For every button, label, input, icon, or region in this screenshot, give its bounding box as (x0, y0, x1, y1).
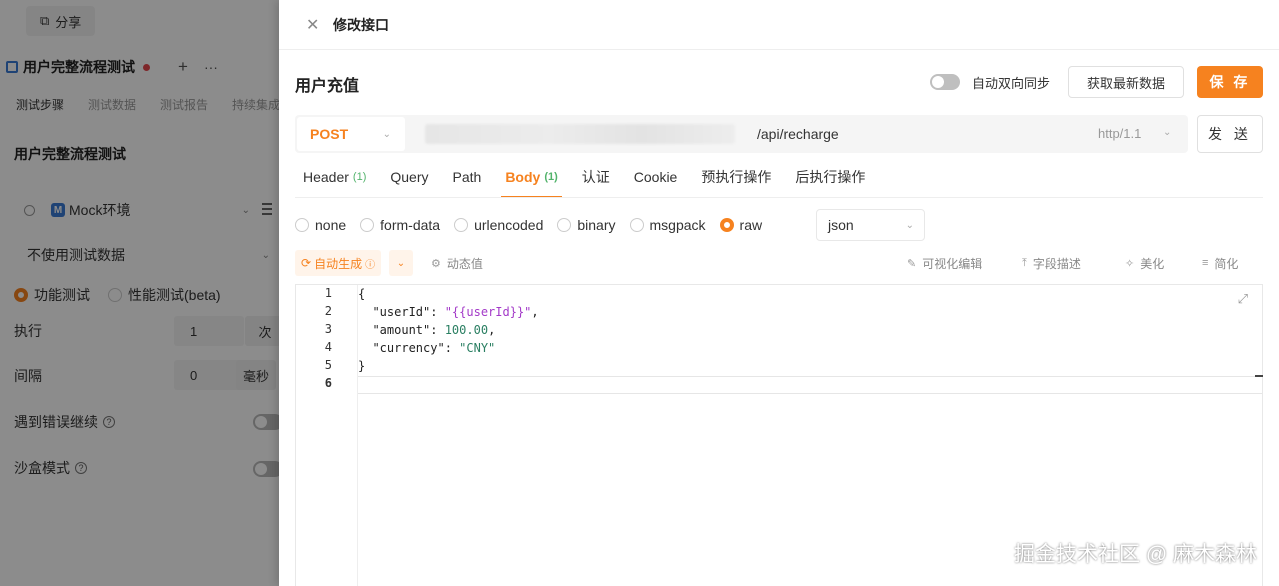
field-description-button[interactable]: ⤒ 字段描述 (1022, 250, 1081, 276)
radio-msgpack[interactable]: msgpack (629, 217, 706, 233)
tab-post-request[interactable]: 后执行操作 (795, 156, 865, 198)
interval-input[interactable]: 0 (174, 360, 244, 390)
edit-icon: ✎ (907, 257, 917, 270)
help-icon[interactable]: ? (75, 462, 87, 474)
radio-urlencoded[interactable]: urlencoded (454, 217, 543, 233)
help-icon[interactable]: ? (103, 416, 115, 428)
radio-binary[interactable]: binary (557, 217, 616, 233)
radio-none[interactable]: none (295, 217, 346, 233)
share-button[interactable]: ⧉ 分享 (26, 6, 96, 36)
tab-cookie[interactable]: Cookie (634, 156, 678, 198)
save-button[interactable]: 保 存 (1197, 66, 1263, 98)
share-icon: ⧉ (40, 13, 50, 28)
more-icon[interactable]: ··· (204, 59, 218, 75)
test-mode-group: 功能测试 性能测试(beta) (14, 285, 221, 305)
raw-format-select[interactable]: json ⌄ (816, 209, 925, 241)
send-button[interactable]: 发 送 (1197, 115, 1263, 153)
upload-icon: ⤒ (1022, 256, 1027, 269)
add-tab-button[interactable]: + (178, 57, 188, 77)
tabs-divider (295, 197, 1263, 198)
scrollbar-marker (1255, 375, 1263, 377)
chevron-down-icon: ⌄ (241, 204, 250, 216)
environment-select[interactable]: M Mock环境 ⌄ (14, 194, 254, 226)
current-line-highlight (358, 376, 1262, 394)
visual-edit-button[interactable]: ✎ 可视化编辑 (907, 250, 982, 276)
env-name: Mock环境 (69, 202, 131, 218)
auto-generate-button[interactable]: ⟳ 自动生成 ⓘ (295, 250, 382, 276)
left-panel: ⧉ 分享 用户完整流程测试 + ··· 测试步骤 测试数据 测试报告 持续集成 … (0, 0, 279, 586)
blurred-host (425, 124, 735, 144)
radio-functional[interactable] (14, 288, 28, 302)
url-bar: POST ⌄ /api/recharge http/1.1 ⌄ (295, 115, 1188, 153)
wand-icon: ✧ (1125, 257, 1135, 270)
editor-toolbar: ⟳ 自动生成 ⓘ ⌄ ⚙ 动态值 ✎ 可视化编辑 ⤒ 字段描述 ✧ 美化 ≡ 简… (295, 250, 1263, 276)
close-icon[interactable]: ✕ (306, 15, 320, 35)
beautify-button[interactable]: ✧ 美化 (1125, 250, 1164, 276)
tab-auth[interactable]: 认证 (582, 156, 610, 198)
code-line: "amount": 100.00, (372, 323, 496, 337)
compress-icon: ≡ (1202, 257, 1209, 269)
auto-generate-dropdown[interactable]: ⌄ (389, 250, 413, 276)
dynamic-value-button[interactable]: ⚙ 动态值 (431, 250, 483, 276)
subtab-ci[interactable]: 持续集成 (216, 96, 279, 113)
code-line: } (358, 359, 366, 373)
tab-header[interactable]: Header (1) (303, 156, 366, 198)
subtab-report[interactable]: 测试报告 (144, 96, 216, 113)
radio-performance[interactable] (108, 288, 122, 302)
fetch-latest-button[interactable]: 获取最新数据 (1068, 66, 1184, 98)
menu-icon[interactable] (262, 203, 272, 215)
env-status-icon (24, 204, 35, 216)
edit-api-drawer: ✕ 修改接口 用户充值 自动双向同步 获取最新数据 保 存 POST ⌄ /ap… (279, 0, 1279, 586)
line-number-gutter: 1 2 3 4 5 6 (296, 285, 358, 586)
subtab-steps[interactable]: 测试步骤 (0, 96, 72, 113)
env-badge: M (51, 203, 65, 217)
help-icon: ⓘ (365, 259, 376, 271)
tab-path[interactable]: Path (453, 156, 482, 198)
tab-body[interactable]: Body (1) (501, 156, 563, 198)
chevron-down-icon: ⌄ (261, 249, 270, 261)
scenario-tab-title: 用户完整流程测试 (23, 59, 135, 75)
scenario-heading: 用户完整流程测试 (14, 146, 126, 162)
exec-unit: 次 (245, 316, 279, 346)
watermark: 掘金技术社区 @ 麻木森林 (1014, 543, 1257, 566)
body-type-group: none form-data urlencoded binary msgpack… (295, 209, 776, 241)
refresh-icon: ⟳ (301, 256, 312, 270)
chevron-down-icon: ⌄ (1163, 127, 1172, 138)
interval-unit[interactable]: 毫秒 (236, 360, 276, 390)
protocol-select[interactable]: http/1.1 (1098, 126, 1141, 141)
request-tabs: Header (1) Query Path Body (1) 认证 Cookie 预… (303, 156, 889, 198)
sandbox-row: 沙盒模式 ? (14, 452, 278, 484)
chevron-down-icon: ⌄ (382, 128, 391, 140)
auto-sync-toggle[interactable] (930, 74, 960, 90)
code-line: "currency": "CNY" (372, 341, 496, 355)
url-path-input[interactable]: /api/recharge (757, 126, 839, 142)
continue-on-error-row: 遇到错误继续 ? (14, 406, 278, 438)
drawer-header: ✕ 修改接口 (279, 0, 1279, 50)
tab-query[interactable]: Query (390, 156, 428, 198)
simplify-button[interactable]: ≡ 简化 (1202, 250, 1238, 276)
continue-on-error-toggle[interactable] (253, 414, 279, 430)
radio-form-data[interactable]: form-data (360, 217, 440, 233)
dynamic-value-icon: ⚙ (431, 257, 441, 270)
tab-pre-request[interactable]: 预执行操作 (701, 156, 771, 198)
code-line: { (358, 287, 366, 301)
test-data-select[interactable]: 不使用测试数据 ⌄ (14, 239, 278, 271)
unsaved-dot (143, 63, 150, 71)
method-select[interactable]: POST ⌄ (297, 117, 405, 151)
subtab-data[interactable]: 测试数据 (72, 96, 144, 113)
scenario-subtabs: 测试步骤 测试数据 测试报告 持续集成 (0, 96, 279, 113)
auto-sync-label: 自动双向同步 (972, 76, 1051, 91)
radio-raw[interactable]: raw (719, 217, 762, 233)
code-line: "userId": "{{userId}}", (372, 305, 539, 319)
sandbox-toggle[interactable] (253, 461, 279, 477)
drawer-title: 修改接口 (333, 16, 389, 33)
api-name[interactable]: 用户充值 (295, 72, 359, 96)
scenario-tab[interactable]: 用户完整流程测试 + ··· (0, 52, 279, 82)
expand-icon[interactable]: ⤢ (1238, 291, 1248, 307)
chevron-down-icon: ⌄ (905, 219, 914, 231)
exec-count-input[interactable]: 1 (174, 316, 244, 346)
scenario-icon (6, 61, 18, 73)
